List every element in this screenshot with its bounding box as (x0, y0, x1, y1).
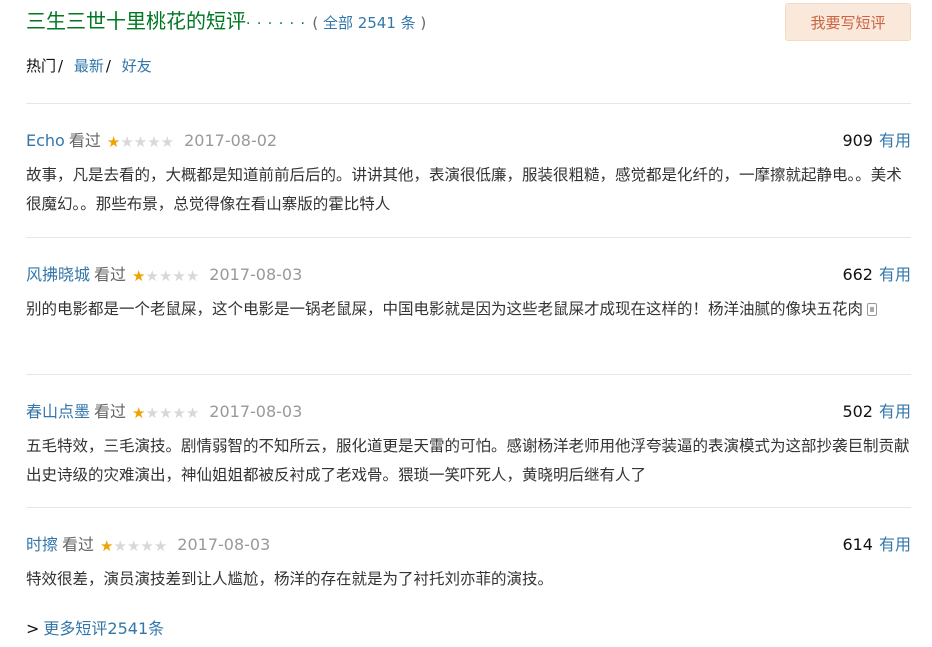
more-comments-link[interactable]: 更多短评2541条 (43, 619, 164, 638)
all-comments-link[interactable]: 全部 2541 条 (323, 14, 416, 32)
vote-count: 502 (842, 402, 873, 421)
vote-area: 662 有用 (842, 264, 911, 286)
comment-text: 特效很差，演员演技差到让人尴尬，杨洋的存在就是为了衬托刘亦菲的演技。 (26, 570, 554, 588)
title-dots: · · · · · · (246, 16, 306, 32)
star-empty-icon: ★ (126, 537, 141, 555)
vote-area: 502 有用 (842, 401, 911, 423)
comments-section: 三生三世十里桃花的短评· · · · · · ( 全部 2541 条 ) 我要写… (26, 0, 911, 638)
useful-button[interactable]: 有用 (879, 402, 911, 421)
more-arrow: > (26, 619, 40, 638)
comment-text: 五毛特效，三毛演技。剧情弱智的不知所云，服化道更是天雷的可怕。感谢杨洋老师用他浮… (26, 437, 910, 484)
vote-count: 614 (842, 535, 873, 554)
watch-status: 看过 (94, 402, 127, 421)
comment-user[interactable]: 春山点墨 (26, 402, 90, 421)
comment-item: 春山点墨 看过 ★★★★★ 2017-08-03 502 有用 五毛特效，三毛演技。剧情… (26, 374, 911, 507)
comment-user[interactable]: 时擦 (26, 535, 58, 554)
watch-status: 看过 (68, 131, 101, 150)
comment-date: 2017-08-03 (209, 402, 303, 421)
star-empty-icon: ★ (172, 267, 186, 285)
section-title-line: 三生三世十里桃花的短评· · · · · · ( 全部 2541 条 ) (26, 8, 426, 37)
star-empty-icon: ★ (185, 404, 200, 422)
comment-user[interactable]: Echo (26, 131, 65, 150)
filter-separator: / (58, 57, 64, 75)
comment-text-wrap: 别的电影都是一个老鼠屎，这个电影是一锅老鼠屎，中国电影就是因为这些老鼠屎才成现在… (26, 295, 911, 324)
comment-meta: 春山点墨 看过 ★★★★★ 2017-08-03 502 有用 (26, 401, 911, 423)
count-close-paren: ) (415, 14, 427, 32)
comment-item: Echo 看过 ★★★★★ 2017-08-02 909 有用 故事，凡是去看的，大概都… (26, 103, 911, 237)
comment-meta: Echo 看过 ★★★★★ 2017-08-02 909 有用 (26, 130, 911, 152)
section-title: 三生三世十里桃花的短评 (26, 9, 246, 33)
section-header: 三生三世十里桃花的短评· · · · · · ( 全部 2541 条 ) 我要写… (26, 0, 911, 50)
star-empty-icon: ★ (120, 133, 134, 151)
comment-list: Echo 看过 ★★★★★ 2017-08-02 909 有用 故事，凡是去看的，大概都… (26, 103, 911, 597)
star-empty-icon: ★ (147, 133, 161, 151)
filter-friends[interactable]: 好友 (122, 57, 152, 75)
star-empty-icon: ★ (113, 537, 127, 555)
vote-area: 909 有用 (842, 130, 911, 152)
star-filled-icon: ★ (100, 537, 114, 555)
rating-stars: ★★★★★ (132, 402, 199, 424)
write-comment-button[interactable]: 我要写短评 (785, 3, 911, 41)
rating-stars: ★★★★★ (100, 535, 167, 557)
star-filled-icon: ★ (132, 404, 146, 422)
filter-hot[interactable]: 热门 (26, 57, 56, 75)
star-empty-icon: ★ (158, 404, 173, 422)
star-empty-icon: ★ (140, 537, 154, 555)
watch-status: 看过 (62, 535, 95, 554)
vote-count: 909 (842, 131, 873, 150)
star-empty-icon: ★ (153, 537, 168, 555)
comment-meta: 时擦 看过 ★★★★★ 2017-08-03 614 有用 (26, 534, 911, 556)
vote-count: 662 (842, 265, 873, 284)
sort-filters: 热门 / 最新 / 好友 (26, 56, 152, 76)
star-empty-icon: ★ (158, 267, 173, 285)
useful-button[interactable]: 有用 (879, 535, 911, 554)
comment-date: 2017-08-02 (184, 131, 278, 150)
star-empty-icon: ★ (133, 133, 148, 151)
star-empty-icon: ★ (160, 133, 175, 151)
comment-text: 别的电影都是一个老鼠屎，这个电影是一锅老鼠屎，中国电影就是因为这些老鼠屎才成现在… (26, 300, 864, 318)
useful-button[interactable]: 有用 (879, 131, 911, 150)
comment-item: 风拂晓城 看过 ★★★★★ 2017-08-03 662 有用 别的电影都是一个老鼠屎，… (26, 237, 911, 374)
comment-date: 2017-08-03 (209, 265, 303, 284)
rating-stars: ★★★★★ (132, 265, 199, 287)
comment-user[interactable]: 风拂晓城 (26, 265, 90, 284)
filter-separator: / (105, 57, 111, 75)
star-empty-icon: ★ (172, 404, 186, 422)
useful-button[interactable]: 有用 (879, 265, 911, 284)
comment-count: ( 全部 2541 条 ) (312, 14, 426, 32)
rating-stars: ★★★★★ (107, 131, 174, 153)
comment-meta: 风拂晓城 看过 ★★★★★ 2017-08-03 662 有用 (26, 264, 911, 286)
count-open-paren: ( (312, 14, 323, 32)
star-filled-icon: ★ (132, 267, 146, 285)
comment-text: 故事，凡是去看的，大概都是知道前前后后的。讲讲其他，表演很低廉，服装很粗糙，感觉… (26, 166, 902, 213)
star-empty-icon: ★ (145, 267, 159, 285)
emoji-icon (867, 303, 878, 316)
star-empty-icon: ★ (145, 404, 159, 422)
comment-date: 2017-08-03 (177, 535, 271, 554)
comment-item: 时擦 看过 ★★★★★ 2017-08-03 614 有用 特效很差，演员演技差到让人尴… (26, 507, 911, 597)
more-comments: > 更多短评2541条 (26, 618, 164, 640)
star-empty-icon: ★ (185, 267, 200, 285)
star-filled-icon: ★ (106, 133, 121, 151)
vote-area: 614 有用 (842, 534, 911, 556)
filter-latest[interactable]: 最新 (74, 57, 104, 75)
watch-status: 看过 (94, 265, 127, 284)
